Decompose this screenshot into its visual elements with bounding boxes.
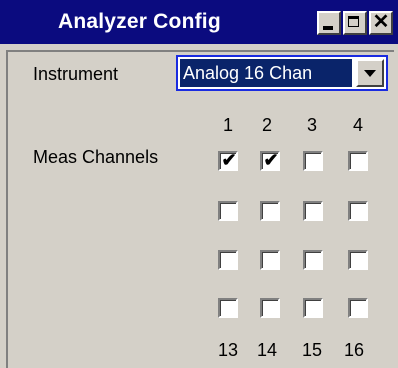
channel-number-15: 15	[301, 340, 323, 360]
maximize-button[interactable]	[343, 11, 367, 35]
channel-checkbox-9[interactable]	[218, 250, 238, 270]
channel-checkbox-4[interactable]	[348, 151, 368, 171]
channel-checkbox-14[interactable]	[260, 298, 280, 318]
channel-number-2: 2	[261, 115, 272, 135]
channel-number-14: 14	[256, 340, 278, 360]
instrument-select[interactable]: Analog 16 Chan	[176, 55, 388, 91]
maximize-icon	[348, 16, 359, 27]
title-bar[interactable]: Analyzer Config ✕	[0, 0, 398, 44]
channel-checkbox-16[interactable]	[348, 298, 368, 318]
meas-channels-label: Meas Channels	[33, 147, 159, 167]
channel-checkbox-15[interactable]	[303, 298, 323, 318]
channel-checkbox-13[interactable]	[218, 298, 238, 318]
close-icon: ✕	[372, 11, 390, 33]
channel-checkbox-5[interactable]	[218, 201, 238, 221]
channel-checkbox-7[interactable]	[303, 201, 323, 221]
channel-checkbox-1[interactable]: ✔	[218, 150, 238, 171]
chevron-down-icon	[364, 70, 376, 77]
channel-checkbox-6[interactable]	[260, 201, 280, 221]
analyzer-config-window: Analyzer Config ✕ Instrument Analog 16 C…	[0, 0, 398, 368]
minimize-icon	[323, 26, 333, 30]
channel-number-4: 4	[352, 115, 363, 135]
close-button[interactable]: ✕	[369, 11, 393, 35]
minimize-button[interactable]	[317, 11, 341, 35]
channel-number-13: 13	[217, 340, 239, 360]
instrument-dropdown-button[interactable]	[356, 59, 384, 87]
channel-checkbox-8[interactable]	[348, 201, 368, 221]
checkmark-icon: ✔	[221, 150, 237, 170]
instrument-select-value[interactable]: Analog 16 Chan	[180, 59, 352, 87]
channel-number-16: 16	[343, 340, 365, 360]
channel-number-3: 3	[306, 115, 317, 135]
channel-checkbox-10[interactable]	[260, 250, 280, 270]
instrument-label: Instrument	[33, 64, 119, 84]
channel-checkbox-12[interactable]	[348, 250, 368, 270]
window-title: Analyzer Config	[58, 10, 221, 33]
channel-checkbox-11[interactable]	[303, 250, 323, 270]
channel-checkbox-3[interactable]	[303, 151, 323, 171]
checkmark-icon: ✔	[263, 150, 279, 170]
channel-checkbox-2[interactable]: ✔	[260, 150, 280, 171]
channel-number-1: 1	[222, 115, 233, 135]
config-panel	[6, 50, 394, 368]
